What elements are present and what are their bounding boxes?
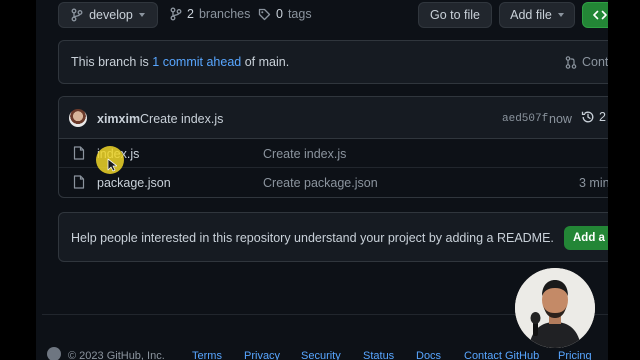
history-count: 2 [599,110,606,124]
commit-history-link[interactable]: 2 [581,110,606,124]
footer-link-pricing[interactable]: Pricing [558,350,592,360]
branches-label: branches [198,7,251,21]
footer-link-status[interactable]: Status [363,350,394,360]
branches-count: 2 [187,7,194,21]
history-icon [581,111,594,123]
branch-status-text: This branch is 1 commit ahead of main. [71,55,289,69]
footer-link-security[interactable]: Security [301,350,341,360]
footer-link-privacy[interactable]: Privacy [244,350,280,360]
footer-copyright: © 2023 GitHub, Inc. [68,350,165,360]
readme-prompt: Help people interested in this repositor… [58,212,608,262]
presenter-silhouette-icon [515,268,595,348]
branch-icon [71,8,83,22]
commit-author[interactable]: ximxim [97,112,140,126]
file-commit-message[interactable]: Create package.json [263,176,378,190]
tag-icon [258,8,271,20]
branch-icon [170,7,182,21]
code-button[interactable] [582,2,608,28]
banner-prefix: This branch is [71,55,149,69]
mouse-pointer-icon [107,158,117,172]
file-age: 3 min [579,176,608,190]
branch-status-banner: This branch is 1 commit ahead of main. C… [58,40,608,84]
add-readme-label: Add a R [573,232,608,244]
commit-time: now [549,112,572,126]
tags-link[interactable]: 0 tags [258,7,312,21]
commits-ahead-link[interactable]: 1 commit ahead [152,55,241,69]
branch-label: develop [89,8,133,22]
webcam-overlay [515,268,595,348]
avatar[interactable] [69,109,87,127]
footer-link-docs[interactable]: Docs [416,350,441,360]
footer-link-contact[interactable]: Contact GitHub [464,350,539,360]
pull-request-icon [565,55,577,69]
branch-select-button[interactable]: develop [58,2,158,28]
github-logo-icon [47,347,61,360]
contribute-label: Contri [582,55,608,69]
tags-label: tags [287,7,312,21]
add-file-button[interactable]: Add file [499,2,575,28]
commit-message[interactable]: Create index.js [140,112,223,126]
add-file-label: Add file [510,8,552,22]
latest-commit-row: ximxim Create index.js aed507f now 2 [59,97,608,139]
file-name[interactable]: package.json [97,176,171,190]
commit-sha[interactable]: aed507f [502,113,548,125]
letterbox-bar [608,0,640,360]
branches-link[interactable]: 2 branches [170,7,250,21]
screen-recording: develop 2 branches 0 tags Go to file Add… [0,0,640,360]
go-to-file-label: Go to file [429,8,481,22]
chevron-down-icon [557,13,564,17]
chevron-down-icon [138,13,145,17]
contribute-button[interactable]: Contri [565,55,608,69]
file-list: ximxim Create index.js aed507f now 2 ind… [58,96,608,198]
readme-prompt-text: Help people interested in this repositor… [71,231,554,245]
file-row[interactable]: index.js Create index.js [59,139,608,168]
add-readme-button[interactable]: Add a R [564,226,608,250]
footer-link-terms[interactable]: Terms [192,350,222,360]
tags-count: 0 [276,7,283,21]
file-row[interactable]: package.json Create package.json 3 min [59,168,608,197]
file-icon [73,146,85,160]
file-commit-message[interactable]: Create index.js [263,147,346,161]
code-icon [593,10,607,20]
file-icon [73,175,85,189]
banner-suffix: of main. [244,55,290,69]
go-to-file-button[interactable]: Go to file [418,2,492,28]
